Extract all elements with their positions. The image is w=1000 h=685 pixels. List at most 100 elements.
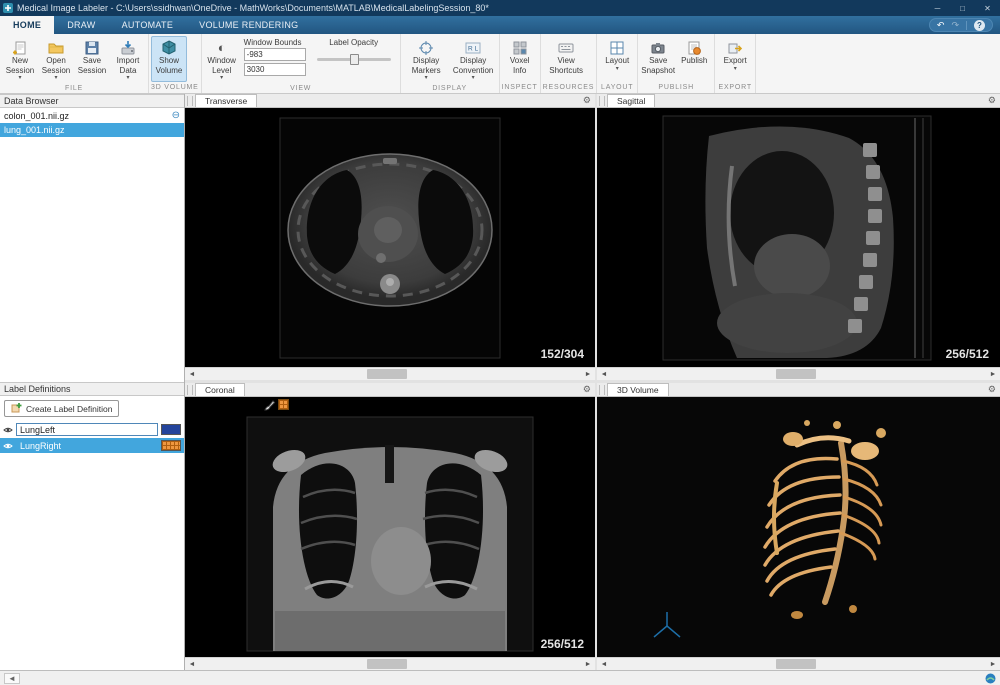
close-button[interactable]: ✕ bbox=[975, 0, 1000, 16]
scroll-left-icon[interactable]: ◄ bbox=[597, 658, 611, 670]
tab-sagittal[interactable]: Sagittal bbox=[607, 94, 655, 107]
svg-text:R L: R L bbox=[468, 45, 479, 52]
h-scrollbar: ◄ ► bbox=[597, 367, 1000, 380]
chevron-down-icon: ▾ bbox=[126, 75, 129, 82]
display-markers-icon bbox=[418, 39, 434, 56]
window-bounds-max-input[interactable] bbox=[244, 63, 306, 76]
new-session-button[interactable]: New Session ▾ bbox=[2, 36, 38, 83]
layout-button[interactable]: Layout ▾ bbox=[599, 36, 635, 82]
panel-grip-icon bbox=[187, 385, 193, 395]
transverse-tabbar: Transverse ⚙ bbox=[185, 94, 595, 108]
gear-icon[interactable]: ⚙ bbox=[988, 96, 996, 105]
window-level-button[interactable]: ◐ Window Level ▾ bbox=[204, 36, 240, 83]
tab-coronal[interactable]: Coronal bbox=[195, 383, 245, 396]
maximize-button[interactable]: □ bbox=[950, 0, 975, 16]
label-row-lungleft[interactable]: LungLeft bbox=[0, 422, 184, 437]
view-shortcuts-button[interactable]: View Shortcuts bbox=[543, 36, 590, 82]
label-name-field[interactable]: LungRight bbox=[16, 439, 158, 452]
scroll-right-icon[interactable]: ► bbox=[581, 368, 595, 380]
section-resources-label: RESOURCES bbox=[543, 82, 595, 93]
save-snapshot-button[interactable]: Save Snapshot bbox=[640, 36, 676, 82]
label-row-lungright[interactable]: LungRight bbox=[0, 438, 184, 453]
tab-transverse[interactable]: Transverse bbox=[195, 94, 257, 107]
window-bounds-min-input[interactable] bbox=[244, 48, 306, 61]
display-markers-button[interactable]: Display Markers ▾ bbox=[403, 36, 450, 83]
tab-3d-volume[interactable]: 3D Volume bbox=[607, 383, 669, 396]
gear-icon[interactable]: ⚙ bbox=[988, 385, 996, 394]
open-session-button[interactable]: Open Session ▾ bbox=[38, 36, 74, 83]
scroll-right-icon[interactable]: ► bbox=[581, 658, 595, 670]
visibility-eye-icon[interactable] bbox=[3, 442, 13, 450]
import-data-label: Import Data bbox=[111, 56, 145, 75]
remove-file-icon[interactable]: ⊖ bbox=[172, 111, 180, 121]
scroll-left-icon[interactable]: ◄ bbox=[185, 658, 199, 670]
gear-icon[interactable]: ⚙ bbox=[583, 96, 591, 105]
label-color-swatch[interactable] bbox=[161, 440, 181, 451]
undo-icon[interactable]: ↶ bbox=[937, 21, 945, 30]
scroll-right-icon[interactable]: ► bbox=[986, 658, 1000, 670]
collapse-panel-icon[interactable]: ◄ bbox=[4, 673, 20, 684]
chevron-down-icon: ▾ bbox=[734, 66, 737, 73]
voxel-info-icon bbox=[512, 39, 528, 56]
display-convention-button[interactable]: R L Display Convention ▾ bbox=[450, 36, 497, 83]
window-level-label: Window Level bbox=[205, 56, 239, 75]
file-name: colon_001.nii.gz bbox=[4, 111, 69, 121]
save-session-button[interactable]: Save Session bbox=[74, 36, 110, 83]
scroll-left-icon[interactable]: ◄ bbox=[185, 368, 199, 380]
scroll-left-icon[interactable]: ◄ bbox=[597, 368, 611, 380]
section-file-label: FILE bbox=[2, 83, 146, 94]
brush-cursor-indicator bbox=[263, 399, 289, 417]
viewport-coronal: Coronal ⚙ bbox=[185, 383, 595, 670]
scroll-right-icon[interactable]: ► bbox=[986, 368, 1000, 380]
show-volume-toggle[interactable]: Show Volume bbox=[151, 36, 187, 82]
save-session-icon bbox=[84, 39, 100, 56]
chevron-down-icon: ▾ bbox=[18, 75, 21, 82]
sagittal-image-canvas[interactable]: 256/512 bbox=[597, 108, 1000, 367]
scroll-thumb[interactable] bbox=[367, 659, 407, 669]
redo-icon[interactable]: ↷ bbox=[951, 21, 959, 30]
section-view-label: VIEW bbox=[204, 83, 398, 94]
import-data-button[interactable]: Import Data ▾ bbox=[110, 36, 146, 83]
section-3d-volume: Show Volume 3D VOLUME bbox=[149, 34, 202, 93]
list-item-lung[interactable]: lung_001.nii.gz bbox=[0, 123, 184, 137]
export-label: Export bbox=[724, 56, 747, 66]
label-color-swatch[interactable] bbox=[161, 424, 181, 435]
scroll-track[interactable] bbox=[199, 658, 581, 670]
minimize-button[interactable]: ─ bbox=[925, 0, 950, 16]
export-button[interactable]: Export ▾ bbox=[717, 36, 753, 82]
label-name-field[interactable]: LungLeft bbox=[16, 423, 158, 436]
label-opacity-slider-thumb[interactable] bbox=[350, 54, 359, 65]
scroll-track[interactable] bbox=[199, 368, 581, 380]
volume3d-render-canvas[interactable] bbox=[597, 397, 1000, 657]
publish-button[interactable]: Publish bbox=[676, 36, 712, 82]
community-globe-icon[interactable] bbox=[985, 673, 996, 684]
scroll-track[interactable] bbox=[611, 368, 986, 380]
help-icon[interactable]: ? bbox=[974, 20, 985, 31]
gear-icon[interactable]: ⚙ bbox=[583, 385, 591, 394]
tab-automate[interactable]: AUTOMATE bbox=[109, 16, 187, 34]
section-inspect: Voxel Info INSPECT bbox=[500, 34, 541, 93]
tab-volume-rendering[interactable]: VOLUME RENDERING bbox=[186, 16, 311, 34]
scroll-thumb[interactable] bbox=[776, 659, 816, 669]
chevron-down-icon: ▾ bbox=[220, 75, 223, 82]
show-volume-icon bbox=[161, 39, 177, 56]
label-opacity-group: Label Opacity bbox=[310, 36, 398, 83]
coronal-image-canvas[interactable]: 256/512 bbox=[185, 397, 595, 657]
label-opacity-slider[interactable] bbox=[317, 58, 391, 61]
visibility-eye-icon[interactable] bbox=[3, 426, 13, 434]
tab-home[interactable]: HOME bbox=[0, 16, 54, 34]
list-item-colon[interactable]: colon_001.nii.gz ⊖ bbox=[0, 109, 184, 123]
transverse-image-canvas[interactable]: 152/304 bbox=[185, 108, 595, 367]
panel-grip-icon bbox=[599, 385, 605, 395]
create-label-definition-button[interactable]: Create Label Definition bbox=[4, 400, 119, 417]
voxel-info-button[interactable]: Voxel Info bbox=[502, 36, 538, 82]
import-data-icon bbox=[120, 39, 136, 56]
scroll-track[interactable] bbox=[611, 658, 986, 670]
scroll-thumb[interactable] bbox=[776, 369, 816, 379]
open-session-label: Open Session bbox=[39, 56, 73, 75]
slice-indicator: 256/512 bbox=[946, 347, 989, 361]
label-definitions-header: Label Definitions bbox=[0, 382, 184, 396]
scroll-thumb[interactable] bbox=[367, 369, 407, 379]
tab-draw[interactable]: DRAW bbox=[54, 16, 108, 34]
brush-cursor-icon bbox=[263, 399, 276, 417]
